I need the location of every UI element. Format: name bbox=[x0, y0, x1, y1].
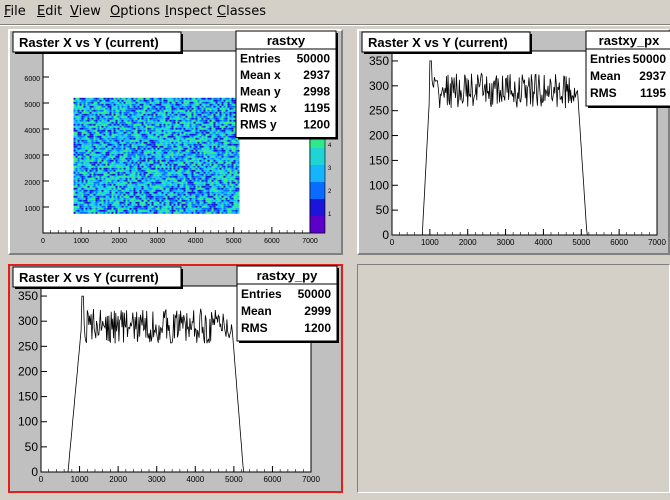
palette-band bbox=[310, 165, 325, 183]
y-tick-label: 3000 bbox=[24, 154, 40, 161]
palette-tick-label: 1 bbox=[328, 212, 332, 218]
x-tick-label: 1000 bbox=[73, 238, 89, 245]
x-tick-label: 5000 bbox=[226, 238, 242, 245]
stats-label: Entries bbox=[241, 287, 282, 301]
y-tick-label: 250 bbox=[369, 104, 389, 118]
menu-classes[interactable]: Classes bbox=[217, 4, 266, 19]
x-tick-label: 2000 bbox=[111, 238, 127, 245]
menu-bar: File Edit View Options Inspect Classes bbox=[0, 0, 670, 24]
x-tick-label: 0 bbox=[390, 238, 395, 247]
projection-x-chart: 0 1000 2000 3000 4000 5000 6000 7000 0 50 100 150 20… bbox=[361, 30, 670, 247]
y-tick-label: 200 bbox=[369, 129, 389, 143]
plot-title: Raster X vs Y (current) bbox=[19, 35, 159, 50]
x-tick-label: 7000 bbox=[302, 238, 318, 245]
y-tick-label: 200 bbox=[18, 364, 38, 378]
menu-view[interactable]: View bbox=[70, 4, 101, 19]
stats-label: RMS bbox=[590, 86, 617, 100]
palette-band bbox=[310, 216, 325, 234]
stats-label: Mean bbox=[590, 69, 621, 83]
menu-edit[interactable]: Edit bbox=[37, 4, 62, 19]
y-tick-label: 0 bbox=[31, 465, 38, 479]
stats-name: rastxy_py bbox=[257, 268, 318, 283]
stats-name: rastxy bbox=[267, 33, 306, 48]
x-tick-label: 0 bbox=[41, 238, 45, 245]
x-tick-label: 2000 bbox=[109, 475, 127, 484]
y-tick-label: 350 bbox=[369, 54, 389, 68]
plot-title: Raster X vs Y (current) bbox=[19, 270, 159, 285]
pad-rastxy[interactable]: 0 1000 2000 3000 4000 5000 6000 7000 1000 2000 300… bbox=[8, 29, 343, 255]
menu-file[interactable]: File bbox=[4, 4, 26, 19]
y-tick-label: 0 bbox=[382, 228, 389, 242]
pad-empty[interactable] bbox=[357, 264, 670, 493]
stats-value: 1200 bbox=[304, 321, 331, 335]
x-tick-label: 3000 bbox=[150, 238, 166, 245]
x-tick-label: 5000 bbox=[572, 238, 590, 247]
stats-label: Entries bbox=[240, 52, 281, 66]
y-tick-label: 6000 bbox=[24, 76, 40, 83]
stats-name: rastxy_px bbox=[599, 33, 660, 48]
stats-label: Mean y bbox=[240, 85, 281, 99]
menu-inspect[interactable]: Inspect bbox=[165, 4, 212, 19]
heatmap-chart: 0 1000 2000 3000 4000 5000 6000 7000 1000 2000 300… bbox=[12, 30, 338, 245]
y-tick-label: 250 bbox=[18, 339, 38, 353]
palette-tick-label: 4 bbox=[328, 143, 332, 149]
palette-tick-label: 2 bbox=[328, 189, 332, 195]
pad-rastxy-py[interactable]: 0 1000 2000 3000 4000 5000 6000 7000 0 50 100 150 20… bbox=[8, 264, 343, 493]
x-tick-label: 6000 bbox=[264, 475, 282, 484]
heatmap-cells bbox=[73, 97, 240, 214]
y-tick-label: 2000 bbox=[24, 180, 40, 187]
x-tick-label: 7000 bbox=[648, 238, 666, 247]
x-tick-label: 4000 bbox=[186, 475, 204, 484]
stats-label: Entries bbox=[590, 52, 631, 66]
palette-band bbox=[310, 182, 325, 200]
stats-label: RMS x bbox=[240, 101, 277, 115]
stats-value: 2999 bbox=[304, 304, 331, 318]
y-tick-label: 4000 bbox=[24, 128, 40, 135]
stats-value: 1200 bbox=[303, 118, 330, 132]
y-tick-label: 1000 bbox=[24, 206, 40, 213]
y-tick-label: 150 bbox=[18, 390, 38, 404]
x-tick-label: 3000 bbox=[497, 238, 515, 247]
palette-band bbox=[310, 199, 325, 217]
menu-options[interactable]: Options bbox=[110, 4, 160, 19]
y-tick-label: 100 bbox=[18, 415, 38, 429]
x-tick-label: 6000 bbox=[264, 238, 280, 245]
stats-value: 50000 bbox=[297, 52, 331, 66]
x-tick-label: 1000 bbox=[71, 475, 89, 484]
x-tick-label: 0 bbox=[39, 475, 44, 484]
palette-band bbox=[310, 148, 325, 166]
y-tick-label: 50 bbox=[25, 440, 39, 454]
stats-label: RMS bbox=[241, 321, 268, 335]
x-tick-label: 1000 bbox=[421, 238, 439, 247]
x-tick-label: 7000 bbox=[302, 475, 320, 484]
stats-value: 2937 bbox=[303, 68, 330, 82]
stats-label: Mean bbox=[241, 304, 272, 318]
y-tick-label: 300 bbox=[369, 79, 389, 93]
stats-value: 1195 bbox=[304, 101, 330, 115]
stats-value: 50000 bbox=[298, 287, 332, 301]
x-tick-label: 2000 bbox=[459, 238, 477, 247]
x-tick-label: 3000 bbox=[148, 475, 166, 484]
x-tick-label: 5000 bbox=[225, 475, 243, 484]
y-tick-label: 350 bbox=[18, 289, 38, 303]
stats-value: 1195 bbox=[640, 86, 666, 100]
stats-label: Mean x bbox=[240, 68, 281, 82]
stats-value: 2937 bbox=[639, 69, 666, 83]
y-tick-label: 150 bbox=[369, 153, 389, 167]
stats-label: RMS y bbox=[240, 118, 277, 132]
stats-value: 2998 bbox=[303, 85, 330, 99]
y-tick-label: 300 bbox=[18, 314, 38, 328]
x-tick-label: 4000 bbox=[535, 238, 553, 247]
y-tick-label: 50 bbox=[376, 203, 390, 217]
projection-y-chart: 0 1000 2000 3000 4000 5000 6000 7000 0 50 100 150 20… bbox=[12, 265, 339, 484]
pad-rastxy-px[interactable]: 0 1000 2000 3000 4000 5000 6000 7000 0 50 100 150 20… bbox=[357, 29, 670, 255]
y-tick-label: 5000 bbox=[24, 102, 40, 109]
x-tick-label: 6000 bbox=[610, 238, 628, 247]
x-tick-label: 4000 bbox=[188, 238, 204, 245]
palette-tick-label: 3 bbox=[328, 166, 332, 172]
menu-separator bbox=[0, 24, 670, 26]
stats-value: 50000 bbox=[633, 52, 667, 66]
y-tick-label: 100 bbox=[369, 178, 389, 192]
plot-title: Raster X vs Y (current) bbox=[368, 35, 508, 50]
